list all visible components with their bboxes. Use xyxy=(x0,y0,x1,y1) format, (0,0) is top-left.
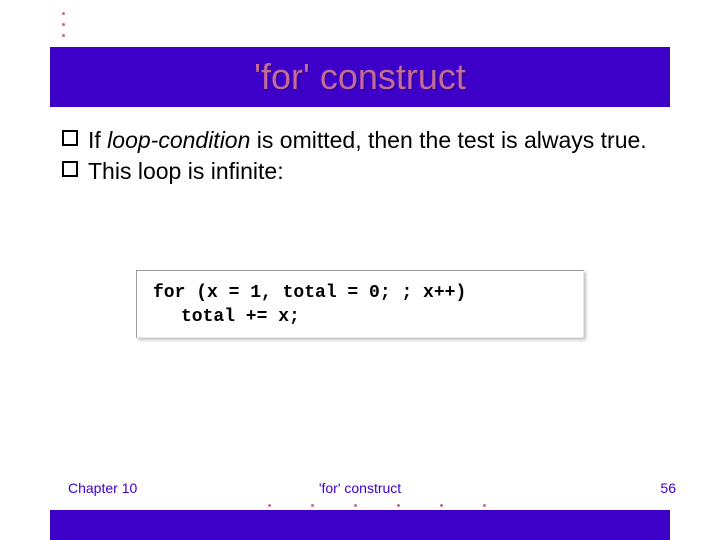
dot-icon xyxy=(268,504,271,507)
code-line: for (x = 1, total = 0; ; x++) xyxy=(153,283,466,303)
dot-icon xyxy=(397,504,400,507)
footer-page-number: 56 xyxy=(660,480,676,496)
dot-icon xyxy=(311,504,314,507)
bullet-item: This loop is infinite: xyxy=(62,157,676,186)
dot-icon xyxy=(354,504,357,507)
content-area: If loop-condition is omitted, then the t… xyxy=(62,126,676,189)
slide-title: 'for' construct xyxy=(254,56,466,98)
bullet-text-post: is omitted, then the test is always true… xyxy=(250,127,646,153)
decorative-dots-top xyxy=(62,4,65,45)
bullet-square-icon xyxy=(62,163,76,177)
slide: 'for' construct If loop-condition is omi… xyxy=(0,0,720,540)
bullet-item: If loop-condition is omitted, then the t… xyxy=(62,126,676,155)
bottom-bar xyxy=(50,510,670,540)
decorative-dots-bottom xyxy=(268,504,486,507)
dot-icon xyxy=(62,23,65,26)
footer: Chapter 10 'for' construct 56 xyxy=(0,480,720,502)
code-line: total += x; xyxy=(153,307,300,327)
bullet-text-em: loop-condition xyxy=(107,127,250,153)
dot-icon xyxy=(62,34,65,37)
dot-icon xyxy=(483,504,486,507)
footer-center: 'for' construct xyxy=(0,480,720,496)
code-block: for (x = 1, total = 0; ; x++) total += x… xyxy=(136,270,584,338)
bullet-text-pre: If xyxy=(88,127,107,153)
dot-icon xyxy=(440,504,443,507)
dot-icon xyxy=(62,12,65,15)
bullet-text: This loop is infinite: xyxy=(88,158,284,184)
title-bar: 'for' construct xyxy=(50,47,670,107)
bullet-square-icon xyxy=(62,132,76,146)
